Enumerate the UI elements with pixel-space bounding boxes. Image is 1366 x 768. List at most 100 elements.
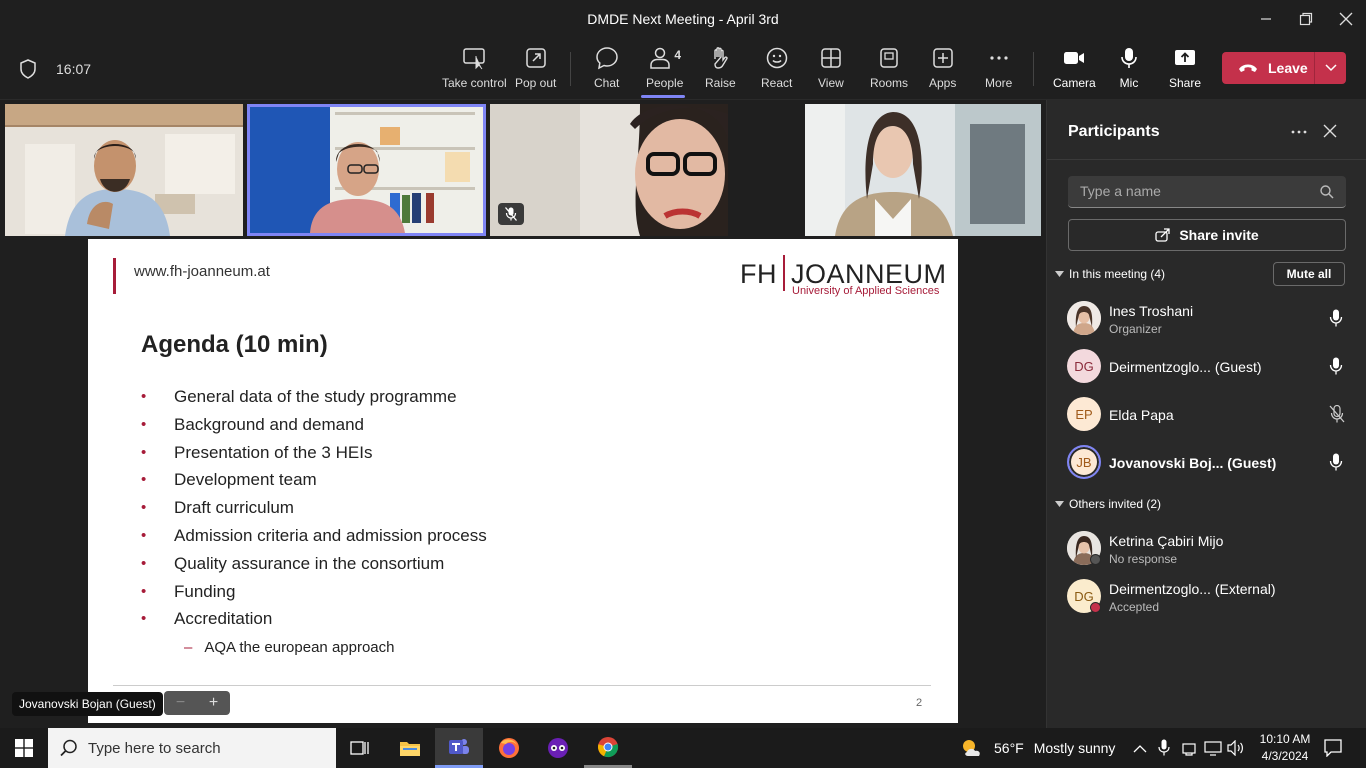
folder-icon	[400, 742, 420, 756]
agenda-subitem: – AQA the european approach	[184, 639, 395, 656]
video-tile-participant-3[interactable]	[490, 104, 728, 236]
video-tile-participant-1[interactable]	[5, 104, 243, 236]
weather-widget[interactable]: 56°F Mostly sunny	[960, 728, 1115, 768]
people-button[interactable]: 4 People	[646, 46, 683, 96]
agenda-list: • General data of the study programme • Ba…	[141, 387, 487, 637]
participant-name: Deirmentzoglo... (Guest)	[1109, 359, 1262, 375]
status-unknown-icon	[1090, 554, 1101, 565]
taskbar-file-explorer[interactable]	[386, 728, 434, 768]
chat-button[interactable]: Chat	[594, 46, 619, 96]
search-input[interactable]	[1068, 176, 1308, 206]
close-icon	[1323, 124, 1337, 138]
microphone-icon	[1329, 309, 1343, 327]
partly-sunny-icon	[963, 740, 980, 756]
hang-up-icon	[1239, 64, 1257, 72]
slide-footer-line	[113, 685, 931, 686]
slide-heading: Agenda (10 min)	[141, 331, 328, 358]
plus-box-icon	[932, 48, 953, 68]
divider	[1047, 159, 1366, 160]
taskbar-firefox[interactable]	[485, 728, 533, 768]
pop-out-icon	[525, 48, 546, 68]
in-meeting-section-toggle[interactable]: In this meeting (4)	[1055, 267, 1165, 281]
agenda-item: • Background and demand	[141, 414, 364, 434]
search-icon	[1320, 185, 1334, 199]
apps-button[interactable]: Apps	[929, 46, 956, 96]
mute-all-button[interactable]: Mute all	[1273, 262, 1345, 286]
raise-hand-button[interactable]: Raise	[705, 46, 736, 96]
maximize-button[interactable]	[1293, 6, 1319, 32]
view-button[interactable]: View	[818, 46, 844, 96]
more-icon	[990, 56, 1008, 60]
taskbar-search-box[interactable]: Type here to search	[48, 728, 336, 768]
participant-search	[1068, 176, 1346, 208]
people-count: 4	[674, 48, 682, 62]
avatar: JB	[1067, 445, 1101, 479]
camera-button[interactable]: Camera	[1053, 46, 1096, 96]
video-tile-participant-4[interactable]	[805, 104, 1041, 236]
others-invited-section-toggle[interactable]: Others invited (2)	[1055, 497, 1161, 511]
zoom-in-button[interactable]: +	[209, 694, 218, 712]
agenda-item: • Accreditation	[141, 609, 273, 629]
zoom-out-button[interactable]: −	[176, 694, 185, 712]
notifications-button[interactable]	[1324, 739, 1342, 762]
invited-row[interactable]: DG Deirmentzoglo... (External) Accepted	[1067, 575, 1357, 619]
start-button[interactable]	[0, 728, 48, 768]
chevron-down-icon	[1324, 64, 1337, 72]
minimize-icon	[1261, 18, 1271, 20]
participant-row[interactable]: EP Elda Papa	[1067, 393, 1357, 437]
panel-close-button[interactable]	[1323, 124, 1337, 143]
shared-presentation-slide: www.fh-joanneum.at FH JOANNEUM University…	[88, 239, 958, 723]
participant-name: Jovanovski Boj... (Guest)	[1109, 455, 1277, 471]
system-clock[interactable]: 10:10 AM 4/3/2024	[1252, 731, 1318, 765]
video-tile-active-speaker[interactable]	[247, 104, 486, 236]
rooms-button[interactable]: Rooms	[870, 46, 908, 96]
weather-temperature: 56°F	[994, 740, 1024, 756]
participants-panel: Participants Share invite In this meetin…	[1046, 100, 1366, 728]
participant-row[interactable]: Ines Troshani Organizer	[1067, 297, 1357, 341]
camera-icon	[1064, 52, 1085, 64]
zoom-controls: − +	[164, 691, 230, 715]
close-button[interactable]	[1333, 6, 1359, 32]
firefox-icon	[499, 738, 519, 758]
invited-row[interactable]: Ketrina Çabiri Mijo No response	[1067, 527, 1357, 571]
take-control-button[interactable]: Take control	[442, 46, 507, 96]
panel-title: Participants	[1068, 123, 1160, 140]
avatar: EP	[1067, 397, 1101, 431]
show-hidden-icons-button[interactable]	[1133, 741, 1147, 759]
tray-volume-icon[interactable]	[1227, 739, 1245, 761]
mic-muted-icon	[498, 203, 524, 225]
tray-display-icon[interactable]	[1204, 740, 1222, 761]
windows-logo-icon	[15, 739, 33, 757]
participant-row[interactable]: JB Jovanovski Boj... (Guest)	[1067, 441, 1357, 485]
pop-out-button[interactable]: Pop out	[515, 46, 556, 96]
tray-network-icon[interactable]	[1181, 740, 1197, 761]
chevron-up-icon	[1133, 745, 1147, 753]
share-button[interactable]: Share	[1169, 46, 1201, 96]
more-button[interactable]: More	[985, 46, 1012, 96]
minimize-button[interactable]	[1253, 6, 1279, 32]
agenda-item: • Admission criteria and admission proces…	[141, 525, 487, 545]
share-invite-button[interactable]: Share invite	[1068, 219, 1346, 251]
search-icon	[60, 739, 77, 757]
taskbar-chrome[interactable]	[584, 728, 632, 768]
react-button[interactable]: React	[761, 46, 792, 96]
window-title: DMDE Next Meeting - April 3rd	[587, 11, 779, 27]
leave-options-button[interactable]	[1314, 52, 1346, 84]
task-view-button[interactable]	[336, 728, 384, 768]
microphone-icon	[1121, 48, 1137, 68]
taskbar-app-purple[interactable]	[534, 728, 582, 768]
invite-status: Accepted	[1109, 600, 1160, 614]
meeting-toolbar: 16:07 Take control Pop out Chat 4 People…	[0, 38, 1366, 100]
chat-icon	[595, 47, 618, 70]
title-bar: DMDE Next Meeting - April 3rd	[0, 0, 1366, 38]
participant-row[interactable]: DG Deirmentzoglo... (Guest)	[1067, 345, 1357, 389]
panel-more-button[interactable]	[1289, 122, 1309, 147]
avatar: DG	[1067, 349, 1101, 383]
leave-button[interactable]: Leave	[1222, 52, 1346, 84]
participant-video	[250, 107, 483, 233]
taskbar-teams[interactable]	[435, 728, 483, 768]
mic-button[interactable]: Mic	[1117, 46, 1141, 96]
toolbar-divider	[1033, 52, 1034, 86]
chrome-icon	[598, 736, 619, 757]
tray-microphone-icon[interactable]	[1158, 739, 1170, 761]
